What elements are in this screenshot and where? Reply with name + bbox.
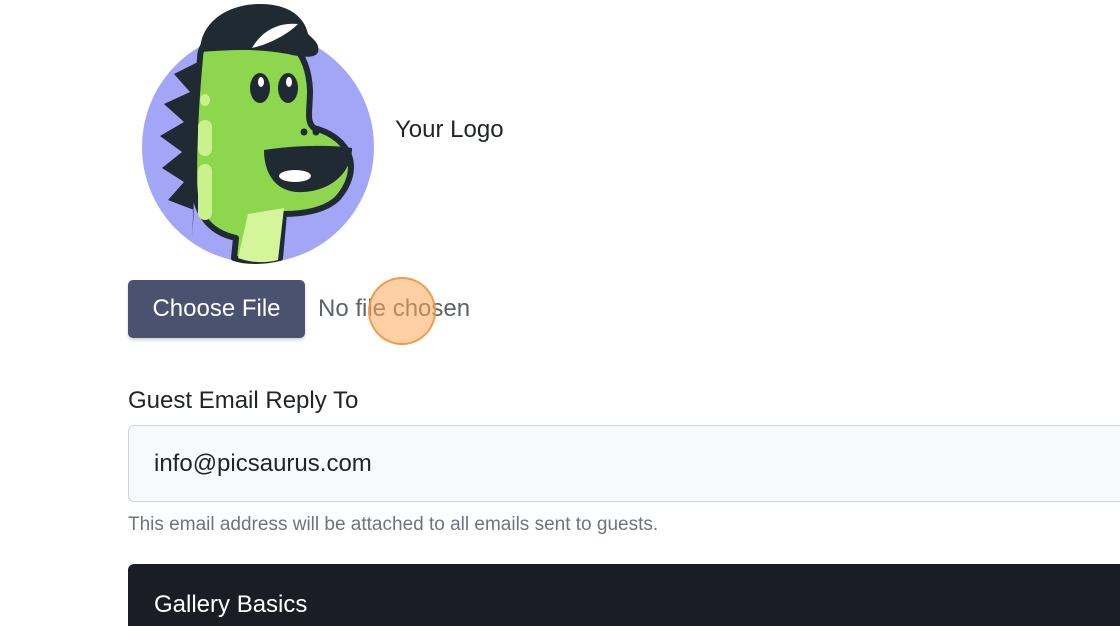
guest-email-input[interactable] [128,425,1120,502]
logo-preview [138,0,380,266]
guest-email-help-text: This email address will be attached to a… [128,514,659,535]
dinosaur-logo-icon [142,4,374,264]
guest-email-label: Guest Email Reply To [128,387,359,414]
gallery-basics-section: Gallery Basics [128,564,1120,626]
section-title: Gallery Basics [154,591,308,618]
file-status-text: No file chosen [318,295,471,322]
settings-page: Your Logo Choose File No file chosen Gue… [0,0,1120,626]
choose-file-button[interactable]: Choose File [128,280,305,338]
logo-label: Your Logo [395,116,504,143]
